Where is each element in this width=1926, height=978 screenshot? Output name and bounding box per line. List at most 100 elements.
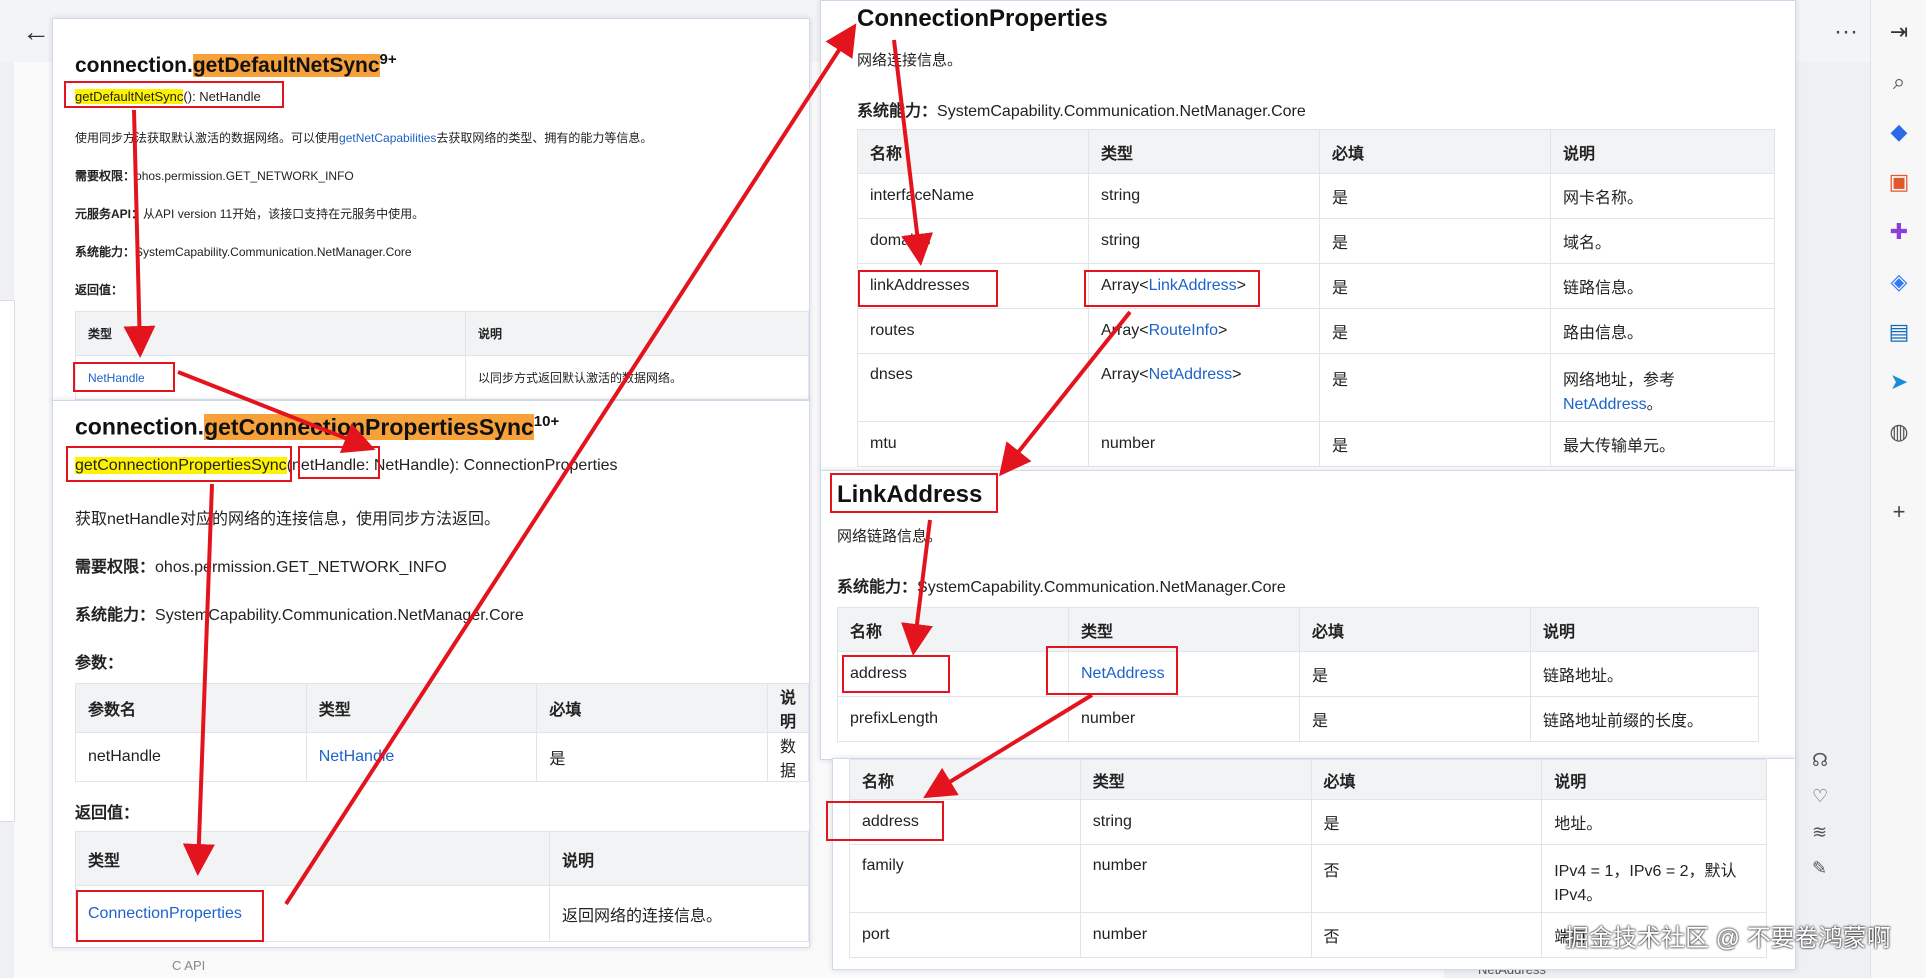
panel1-syscap: 系统能力：SystemCapability.Communication.NetM…	[75, 243, 412, 260]
panel4-syscap: 系统能力：SystemCapability.Communication.NetM…	[837, 573, 1286, 597]
panel1-desc-post: 去获取网络的类型、拥有的能力等信息。	[436, 131, 653, 145]
table-cell: 是	[1299, 696, 1531, 742]
table-cell: Array<RouteInfo>	[1088, 308, 1320, 354]
table-header: 类型	[75, 311, 466, 356]
nethandle-type-link[interactable]: NetHandle	[319, 748, 395, 765]
table-cell: number	[1068, 696, 1300, 742]
panel3-syscap-label: 系统能力：	[857, 103, 938, 120]
briefcase-icon[interactable]: ▣	[1887, 170, 1911, 194]
search-icon[interactable]: ⌕	[1887, 70, 1911, 94]
annotation-box-nethandle-return	[73, 362, 175, 392]
table-cell: string	[1088, 173, 1320, 219]
panel1-permission: 需要权限：ohos.permission.GET_NETWORK_INFO	[75, 167, 354, 184]
bg-c-api-label: C API	[172, 958, 206, 973]
route-info-type-link[interactable]: RouteInfo	[1149, 322, 1218, 339]
table-cell: 是	[1319, 421, 1551, 467]
net-address-desc-link[interactable]: NetAddress	[1563, 396, 1647, 413]
tag-icon[interactable]: ◆	[1887, 120, 1911, 144]
table-cell: 链路地址。	[1530, 651, 1759, 697]
layers-icon[interactable]: ≋	[1812, 822, 1827, 843]
table-cell: 是	[1319, 263, 1551, 309]
type-close: >	[1232, 366, 1242, 383]
panel-get-connection-properties-sync: connection.getConnectionPropertiesSync10…	[52, 400, 810, 948]
get-net-capabilities-link[interactable]: getNetCapabilities	[339, 131, 436, 145]
copilot-icon[interactable]: ◈	[1887, 270, 1911, 294]
browser-sidebar: ⇥ ⌕ ◆ ▣ ✚ ◈ ▤ ➤ ◍ +	[1870, 0, 1926, 978]
panel2-syscap-label: 系统能力：	[75, 607, 156, 624]
panel2-description: 获取netHandle对应的网络的连接信息，使用同步方法返回。	[75, 511, 500, 528]
panel2-perm-label: 需要权限：	[75, 559, 156, 576]
annotation-box-address-name	[842, 655, 950, 693]
table-cell: 最大传输单元。	[1550, 421, 1775, 467]
edit-icon[interactable]: ✎	[1812, 858, 1827, 879]
panel2-syscap-value: SystemCapability.Communication.NetManage…	[155, 607, 524, 624]
panel1-title-sup: 9+	[379, 51, 397, 68]
table-header: 类型	[1088, 129, 1320, 174]
table-row: dnses Array<NetAddress> 是 网络地址，参考 NetAddr…	[857, 353, 1775, 422]
table-header: 名称	[857, 129, 1089, 174]
table-cell: 网卡名称。	[1550, 173, 1775, 219]
table-cell: interfaceName	[857, 173, 1089, 219]
table-header: 必填	[1299, 607, 1531, 652]
exit-icon[interactable]: ⇥	[1887, 20, 1911, 44]
table-header: 名称	[849, 759, 1081, 800]
panel1-atomic-value: 从API version 11开始，该接口支持在元服务中使用。	[143, 207, 425, 221]
globe-icon[interactable]: ◍	[1887, 420, 1911, 444]
table-cell: netHandle	[75, 732, 307, 782]
table-cell: IPv4 = 1，IPv6 = 2，默认IPv4。	[1541, 844, 1767, 913]
table-row: address string 是 地址。	[849, 799, 1767, 845]
left-side-panel	[0, 300, 15, 822]
panel1-atomic: 元服务API：从API version 11开始，该接口支持在元服务中使用。	[75, 205, 424, 222]
annotation-box-address-field	[826, 801, 944, 841]
table-cell: 数据	[766, 732, 810, 782]
panel2-title-method: getConnectionPropertiesSync	[204, 413, 534, 440]
type-prefix: Array<	[1101, 322, 1149, 339]
panel1-atomic-label: 元服务API：	[75, 207, 144, 221]
table-cell: 链路信息。	[1550, 263, 1775, 309]
table-header: 说明	[465, 311, 809, 356]
headset-icon[interactable]: ☊	[1812, 750, 1828, 771]
type-close: >	[1217, 322, 1228, 339]
table-cell: 地址。	[1541, 799, 1767, 845]
table-cell: Array<NetAddress>	[1088, 353, 1320, 422]
panel1-perm-label: 需要权限：	[75, 169, 136, 183]
dnses-desc-end: 。	[1646, 396, 1663, 413]
table-row: family number 否 IPv4 = 1，IPv6 = 2，默认IPv4…	[849, 844, 1767, 913]
table-header: 说明	[1530, 607, 1759, 652]
back-arrow-icon[interactable]: ←	[22, 16, 50, 48]
table-row: routes Array<RouteInfo> 是 路由信息。	[857, 308, 1775, 354]
table-row: prefixLength number 是 链路地址前缀的长度。	[837, 696, 1759, 742]
panel-connection-properties: ConnectionProperties 网络连接信息。 系统能力：System…	[820, 0, 1796, 472]
net-address-type-link[interactable]: NetAddress	[1149, 366, 1233, 383]
annotation-box-get-connection-properties-sync	[66, 446, 292, 482]
type-prefix: Array<	[1101, 366, 1149, 383]
more-options-icon[interactable]: ···	[1834, 18, 1858, 46]
panel1-syscap-value: SystemCapability.Communication.NetManage…	[135, 245, 412, 259]
send-icon[interactable]: ➤	[1887, 370, 1911, 394]
outlook-icon[interactable]: ▤	[1887, 320, 1911, 344]
watermark: 掘金技术社区 @ 不要卷鸿蒙啊	[1565, 925, 1891, 952]
panel4-table: 名称 类型 必填 说明 address NetAddress 是 链路地址。 p…	[837, 607, 1759, 742]
panel4-syscap-value: SystemCapability.Communication.NetManage…	[917, 579, 1286, 596]
table-cell: number	[1088, 421, 1320, 467]
table-cell: 是	[1310, 799, 1543, 845]
table-header: 说明	[1550, 129, 1775, 174]
table-cell: 是	[1319, 218, 1551, 264]
table-header: 说明	[766, 683, 810, 733]
table-cell: 是	[1319, 308, 1551, 354]
table-cell: dnses	[857, 353, 1089, 422]
panel-get-default-net-sync: connection.getDefaultNetSync9+ getDefaul…	[52, 18, 810, 402]
table-header: 类型	[1079, 759, 1312, 800]
plus-icon[interactable]: +	[1887, 500, 1911, 524]
table-cell: number	[1079, 912, 1312, 958]
table-row: interfaceName string 是 网卡名称。	[857, 173, 1775, 219]
puzzle-icon[interactable]: ✚	[1887, 220, 1911, 244]
annotation-box-connection-properties-return	[76, 890, 264, 942]
table-cell: 网络地址，参考 NetAddress。	[1550, 353, 1775, 422]
panel1-title-prefix: connection.	[75, 54, 193, 77]
panel-link-address: LinkAddress 网络链路信息。 系统能力：SystemCapabilit…	[820, 470, 1796, 760]
table-row: domains string 是 域名。	[857, 218, 1775, 264]
table-cell: 是	[1299, 651, 1531, 697]
heart-icon[interactable]: ♡	[1812, 786, 1828, 807]
panel2-params-table: 参数名 类型 必填 说明 netHandle NetHandle 是 数据	[75, 683, 810, 782]
